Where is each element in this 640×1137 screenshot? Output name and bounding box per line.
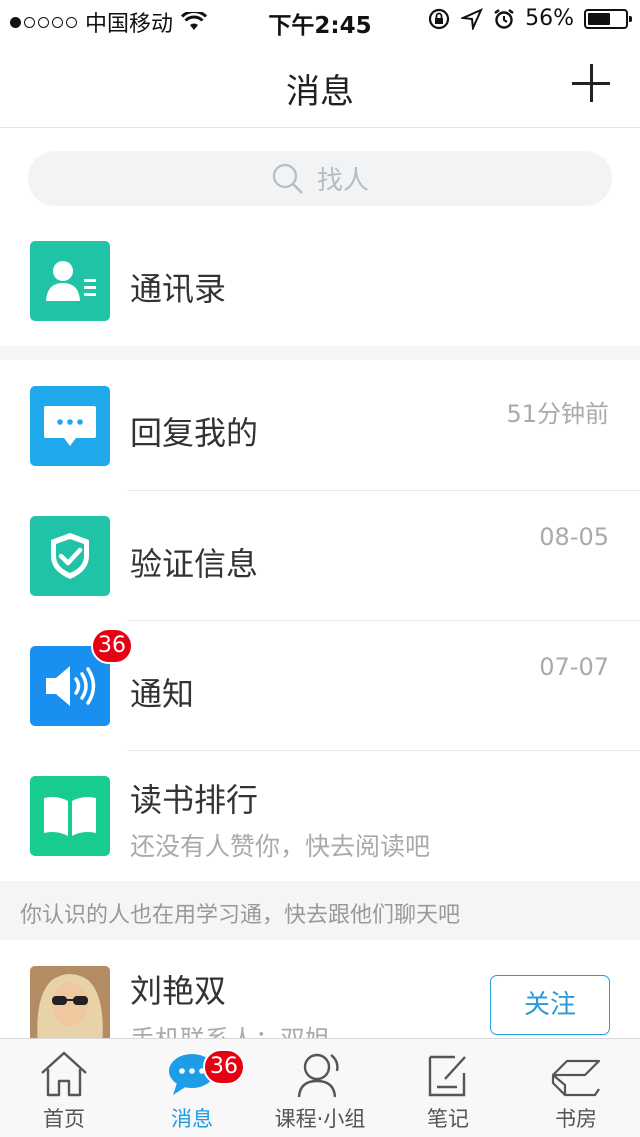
message-time: 51分钟前 [506,400,609,428]
message-row-replies[interactable]: 回复我的 51分钟前 [0,360,640,490]
follow-button[interactable]: 关注 [490,975,610,1035]
message-time: 08-05 [539,523,609,551]
contacts-label: 通讯录 [130,270,227,308]
message-row-reading-rank[interactable]: 读书排行 还没有人赞你，快去阅读吧 [0,751,640,881]
tab-messages[interactable]: 36 消息 [128,1039,256,1137]
contacts-row[interactable]: 通讯录 [0,230,640,346]
message-row-notification[interactable]: 36 通知 07-07 [0,621,640,750]
message-time: 07-07 [539,653,609,681]
unread-badge: 36 [91,628,133,664]
avatar [30,966,110,1038]
rotation-lock-icon [428,8,450,29]
person-subtitle: 手机联系人：双姐 [130,1020,330,1038]
status-bar: 中国移动 下午2:45 56% [0,0,640,40]
tab-label: 首页 [43,1107,85,1131]
tab-courses-groups[interactable]: 课程·小组 [256,1039,384,1137]
chat-bubble-icon [30,386,110,466]
alarm-icon [494,8,514,29]
search-bar[interactable]: 找人 [28,151,612,206]
message-title: 验证信息 [130,545,259,583]
nav-bar: 消息 [0,40,640,128]
home-icon [41,1051,87,1097]
battery-percent: 56% [525,6,574,31]
person-name: 刘艳双 [130,972,227,1010]
suggest-banner: 你认识的人也在用学习通，快去跟他们聊天吧 [0,881,640,940]
battery-icon [584,8,632,29]
tab-label: 课程·小组 [274,1107,366,1131]
tab-bar: 首页 36 消息 课程·小组 笔记 书房 [0,1038,640,1137]
contacts-icon [30,241,110,321]
message-row-verification[interactable]: 验证信息 08-05 [0,491,640,620]
shield-check-icon [30,516,110,596]
message-title: 回复我的 [130,414,259,452]
status-right: 56% [427,6,632,31]
bookshelf-icon [551,1059,601,1097]
note-icon [428,1055,466,1097]
person-icon [297,1053,339,1098]
section-gap [0,346,640,360]
tab-label: 笔记 [427,1107,469,1131]
page-title: 消息 [286,72,354,112]
suggest-banner-text: 你认识的人也在用学习通，快去跟他们聊天吧 [20,903,461,928]
tab-home[interactable]: 首页 [0,1039,128,1137]
tab-label: 书房 [555,1107,597,1131]
tab-notes[interactable]: 笔记 [384,1039,512,1137]
message-title: 读书排行 [130,781,259,819]
search-placeholder: 找人 [316,166,369,196]
location-arrow-icon [461,7,484,30]
unread-badge: 36 [203,1049,245,1085]
open-book-icon [30,776,110,856]
tab-bookshelf[interactable]: 书房 [512,1039,640,1137]
message-title: 通知 [130,675,195,713]
message-subtitle: 还没有人赞你，快去阅读吧 [130,832,431,861]
tab-label: 消息 [171,1107,213,1131]
add-icon[interactable] [572,64,610,102]
search-icon [272,163,303,194]
